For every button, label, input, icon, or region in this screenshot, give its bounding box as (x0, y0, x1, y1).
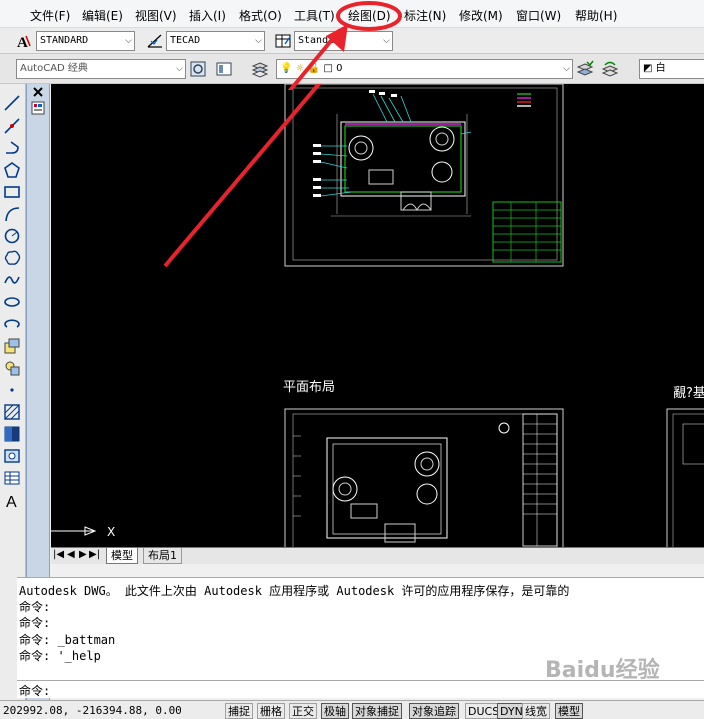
workspace-settings-icon[interactable] (189, 60, 207, 78)
layer-manager-icon[interactable] (251, 60, 269, 78)
workspace-toggle-icon[interactable] (215, 60, 233, 78)
right-label: 覶?基 (673, 386, 704, 401)
layer-lock-icon: 🔓 (307, 63, 321, 74)
workspace-select[interactable]: AutoCAD 经典 ⌵ (16, 59, 186, 79)
dim-style-select[interactable]: TECAD ⌵ (166, 31, 265, 51)
watermark: Baidu经验 (545, 658, 660, 683)
construction-line-icon[interactable] (3, 117, 21, 135)
polygon-icon[interactable] (3, 161, 21, 179)
svg-text:X: X (107, 525, 115, 539)
grid-toggle[interactable]: 栅格 (257, 703, 285, 719)
menu-window[interactable]: 窗口(W) (516, 7, 561, 24)
table-style-select[interactable]: Standard ⌵ (294, 31, 393, 51)
color-select[interactable]: ◩ 白 (639, 59, 704, 79)
menu-view[interactable]: 视图(V) (135, 7, 177, 24)
layout-tabs: |◀ ◀ ▶ ▶| 模型 布局1 (51, 547, 704, 564)
multiline-text-icon[interactable]: A (3, 491, 21, 509)
menu-file[interactable]: 文件(F) (30, 7, 70, 24)
menu-help[interactable]: 帮助(H) (575, 7, 617, 24)
polyline-icon[interactable] (3, 139, 21, 157)
close-icon[interactable] (32, 86, 44, 98)
ortho-toggle[interactable]: 正交 (289, 703, 317, 719)
menu-edit[interactable]: 编辑(E) (82, 7, 123, 24)
model-space-canvas[interactable]: 平面布局 覶?基 X (51, 84, 704, 547)
history-line: 命令: (19, 600, 51, 614)
snap-toggle[interactable]: 捕捉 (225, 703, 253, 719)
layer-freeze-icon: ☼ (295, 63, 305, 74)
ellipse-arc-icon[interactable] (3, 315, 21, 333)
coordinate-readout: 202992.08, -216394.88, 0.00 (3, 704, 182, 717)
ellipse-icon[interactable] (3, 293, 21, 311)
history-line: 命令: '_help (19, 649, 101, 663)
history-line: 命令: _battman (19, 633, 116, 647)
polar-toggle[interactable]: 极轴 (321, 703, 349, 719)
rectangle-icon[interactable] (3, 183, 21, 201)
workspace-toolbar: AutoCAD 经典 ⌵ 💡 ☼ 🔓 □ 0 ⌵ ◩ 白 (0, 54, 704, 84)
revision-cloud-icon[interactable] (3, 249, 21, 267)
circle-icon[interactable] (3, 227, 21, 245)
menu-tools[interactable]: 工具(T) (294, 7, 335, 24)
svg-text:A: A (6, 494, 17, 509)
status-bar: 202992.08, -216394.88, 0.00 捕捉 栅格 正交 极轴 … (0, 700, 704, 719)
bottom-drawing-sheet (284, 408, 564, 547)
layer-previous-icon[interactable] (601, 60, 619, 78)
next-tab-icon[interactable]: ▶ (79, 549, 87, 560)
make-block-icon[interactable] (3, 359, 21, 377)
color-swatch-icon: ◩ (643, 63, 653, 74)
make-object-layer-current-icon[interactable] (576, 60, 594, 78)
text-style-select[interactable]: STANDARD ⌵ (36, 31, 135, 51)
model-toggle[interactable]: 模型 (555, 703, 583, 719)
menu-insert[interactable]: 插入(I) (189, 7, 226, 24)
spline-icon[interactable] (3, 271, 21, 289)
osnap-toggle[interactable]: 对象捕捉 (352, 703, 402, 719)
table-style-icon[interactable] (274, 32, 292, 50)
point-icon[interactable] (3, 381, 21, 399)
command-prompt: 命令: (19, 684, 51, 698)
history-line: 命令: (19, 616, 51, 630)
styles-toolbar: A STANDARD ⌵ TECAD ⌵ Standard ⌵ (0, 28, 704, 54)
lineweight-toggle[interactable]: 线宽 (522, 703, 550, 719)
menu-dimension[interactable]: 标注(N) (404, 7, 446, 24)
arc-icon[interactable] (3, 205, 21, 223)
menu-bar: 文件(F) 编辑(E) 视图(V) 插入(I) 格式(O) 工具(T) 绘图(D… (0, 0, 704, 28)
plan-label: 平面布局 (283, 380, 335, 395)
tab-layout1[interactable]: 布局1 (143, 548, 182, 564)
hatch-icon[interactable] (3, 403, 21, 421)
text-style-icon[interactable]: A (14, 32, 32, 50)
menu-modify[interactable]: 修改(M) (459, 7, 503, 24)
properties-icon (31, 101, 45, 115)
right-drawing-sheet (666, 408, 704, 547)
gradient-icon[interactable] (3, 425, 21, 443)
ucs-icon: X (51, 525, 115, 539)
layer-on-icon: 💡 (280, 63, 293, 74)
prev-tab-icon[interactable]: ◀ (67, 549, 75, 560)
top-drawing-sheet (284, 84, 564, 267)
last-tab-icon[interactable]: ▶| (89, 549, 100, 560)
insert-block-icon[interactable] (3, 337, 21, 355)
layer-select[interactable]: 💡 ☼ 🔓 □ 0 ⌵ (276, 59, 573, 79)
table-icon[interactable] (3, 469, 21, 487)
line-icon[interactable] (3, 94, 21, 112)
layer-color-swatch: □ (323, 63, 333, 74)
first-tab-icon[interactable]: |◀ (53, 549, 64, 560)
dim-style-icon[interactable] (146, 32, 164, 50)
menu-format[interactable]: 格式(O) (239, 7, 282, 24)
region-icon[interactable] (3, 447, 21, 465)
otrack-toggle[interactable]: 对象追踪 (409, 703, 459, 719)
history-line: Autodesk DWG。 此文件上次由 Autodesk 应用程序或 Auto… (19, 584, 570, 598)
menu-draw[interactable]: 绘图(D) (348, 7, 391, 24)
annotation-arrow (163, 84, 322, 268)
tab-model[interactable]: 模型 (106, 548, 138, 564)
